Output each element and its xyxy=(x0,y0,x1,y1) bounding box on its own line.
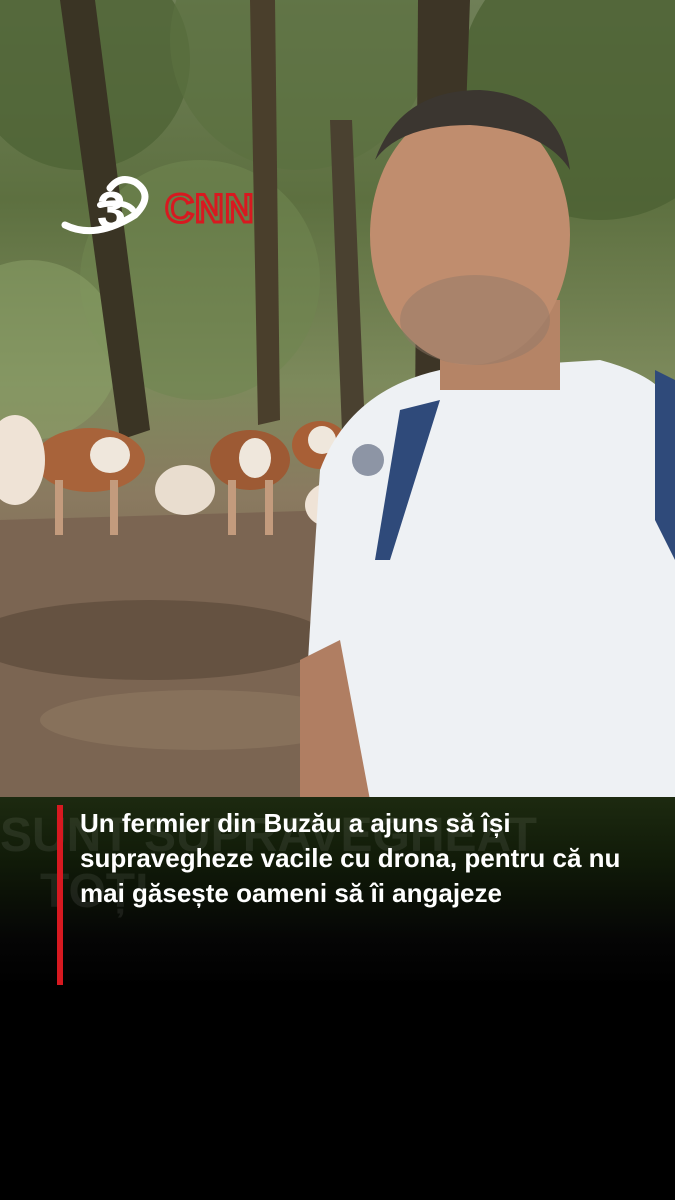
channel-logo: 3 CNN xyxy=(55,170,275,250)
caption-accent-bar xyxy=(57,805,63,985)
farm-scene-image xyxy=(0,0,675,800)
news-headline: Un fermier din Buzău a ajuns să își supr… xyxy=(80,808,621,908)
cnn-logo: CNN xyxy=(165,187,255,231)
channel-number: 3 xyxy=(97,182,126,240)
antena3-mark-icon: 3 xyxy=(61,176,149,240)
video-frame: 3 CNN xyxy=(0,0,675,800)
